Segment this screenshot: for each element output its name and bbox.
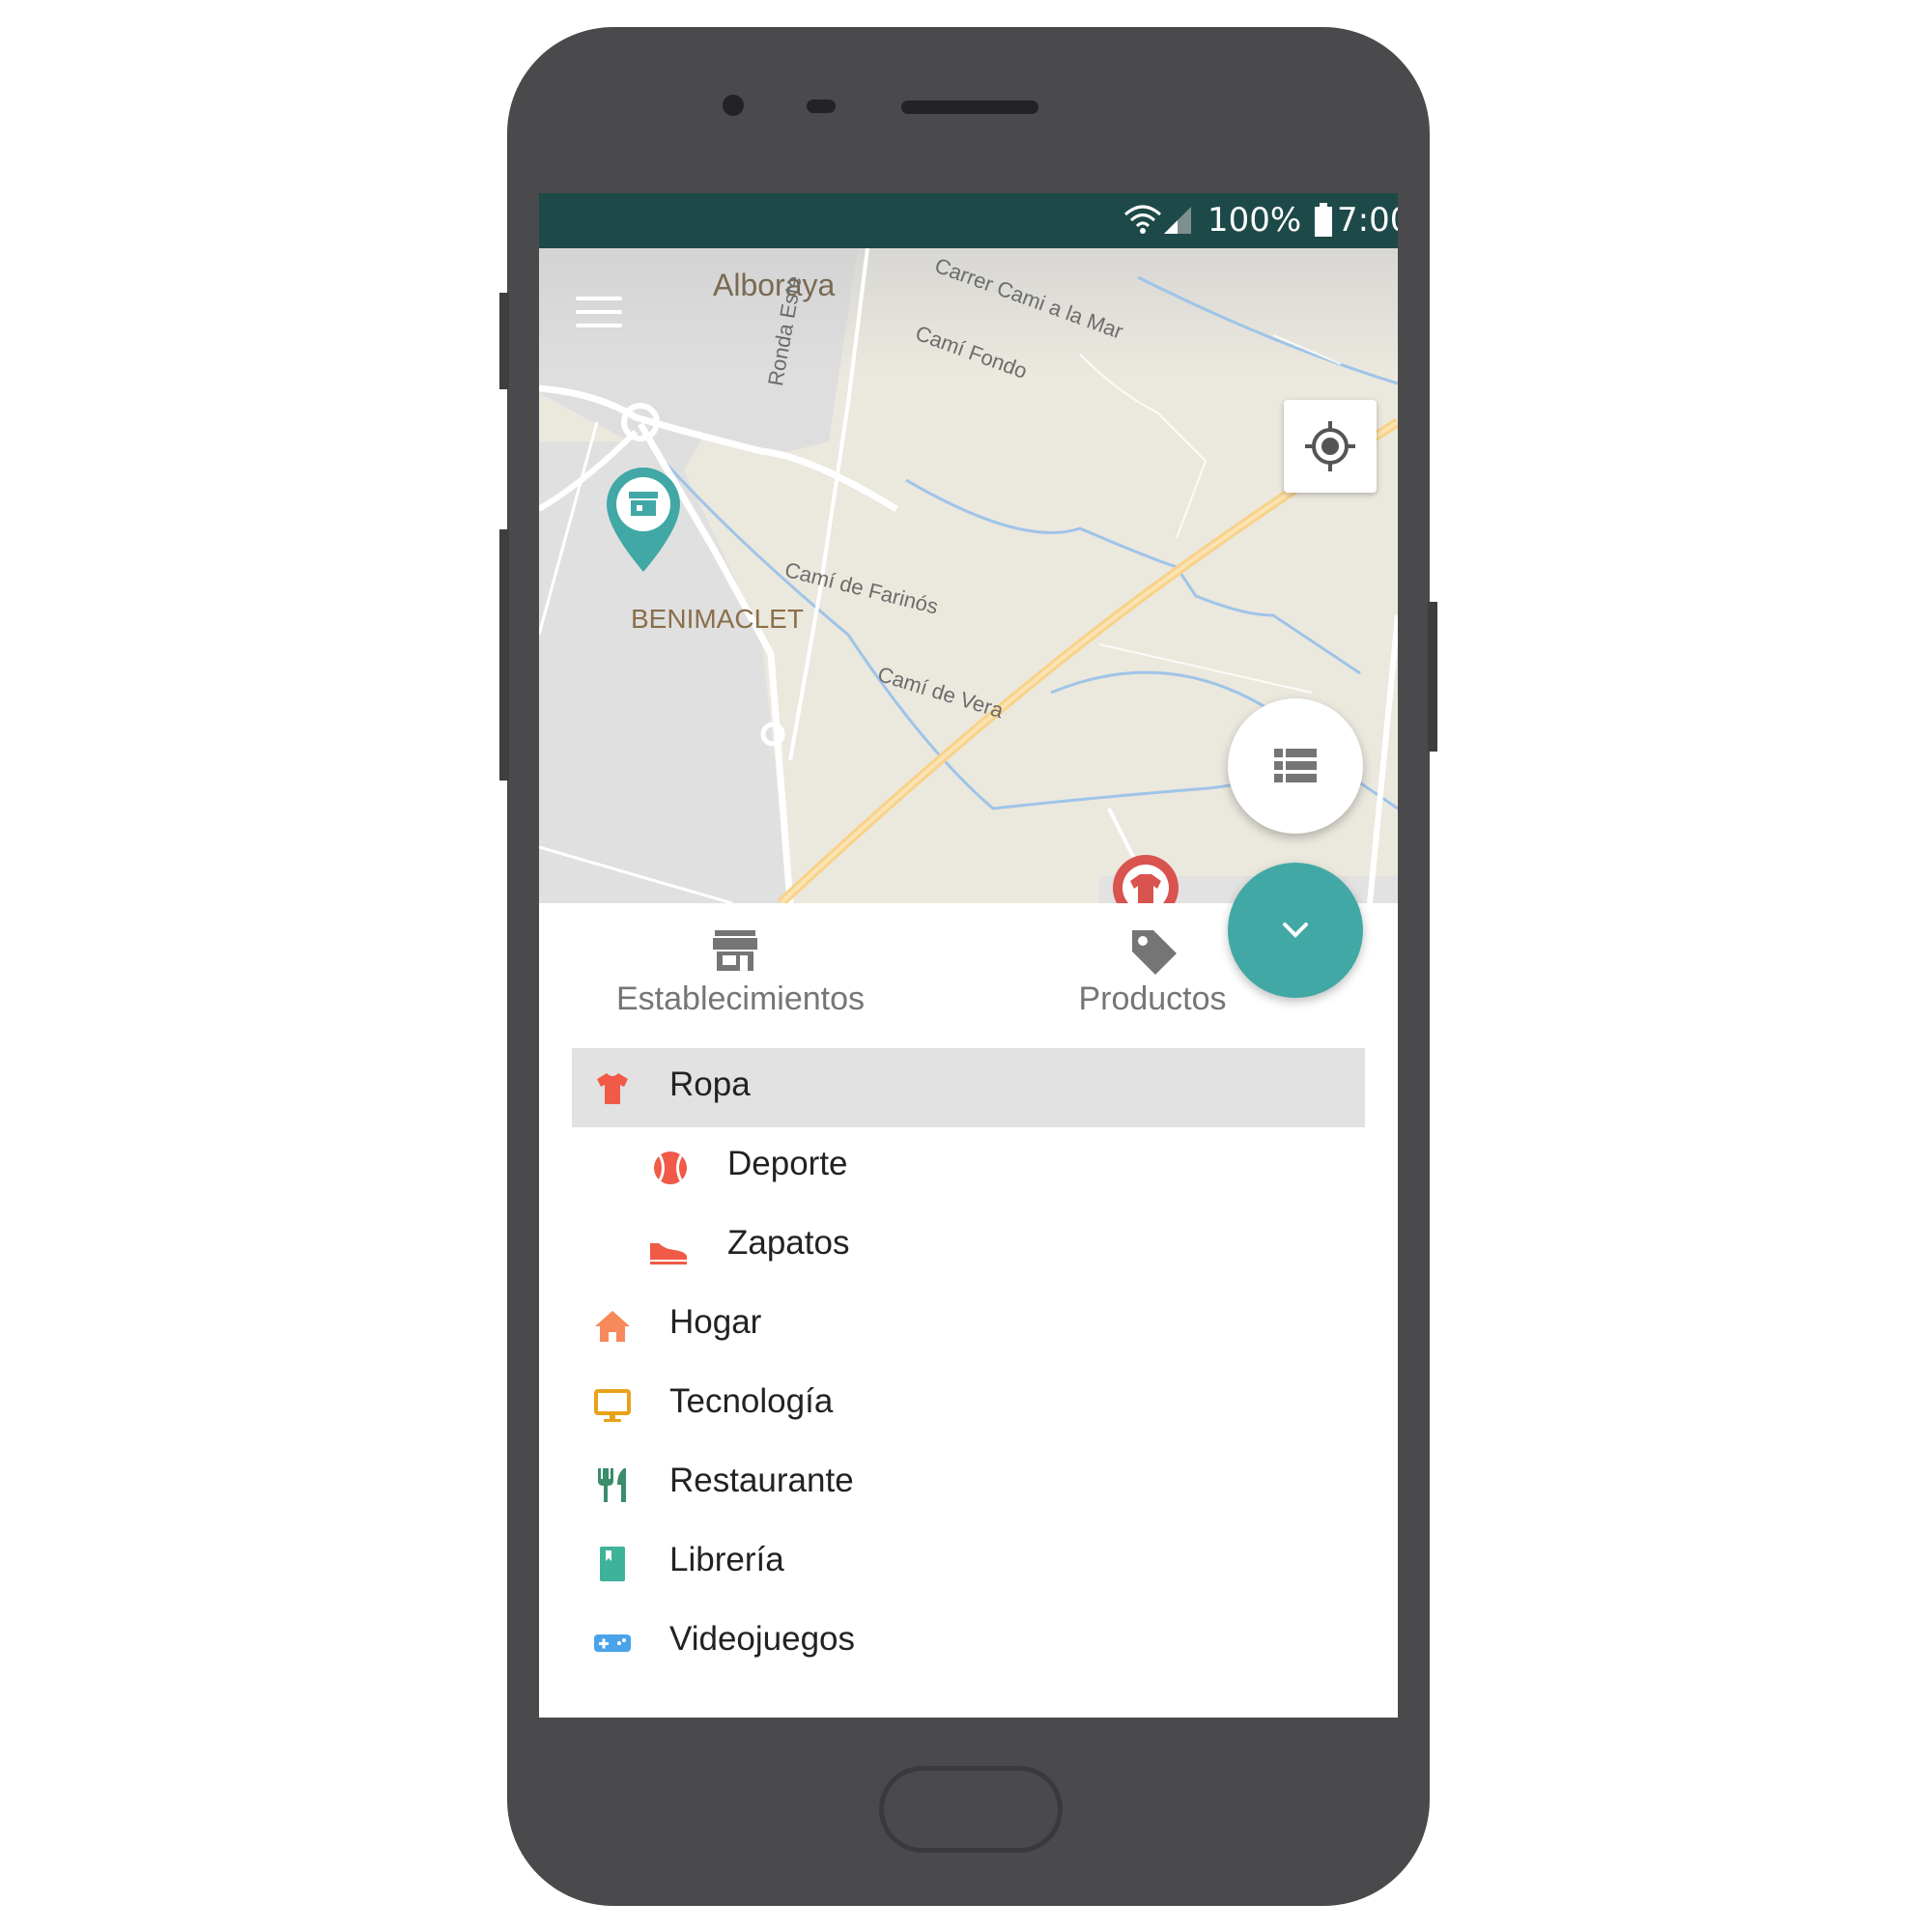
tag-icon (1132, 930, 1177, 975)
store-icon (713, 930, 757, 971)
home-button[interactable] (879, 1766, 1063, 1853)
phone-power-button (1428, 602, 1437, 752)
list-item-ropa[interactable]: Ropa (572, 1048, 1365, 1127)
collapse-panel-button[interactable] (1228, 863, 1363, 998)
crosshair-icon (1305, 421, 1355, 471)
list-item-zapatos[interactable]: Zapatos (572, 1207, 1365, 1286)
list-item-tecnologia[interactable]: Tecnología (572, 1365, 1365, 1444)
list-item-label: Deporte (727, 1145, 848, 1182)
shirt-icon (597, 1073, 628, 1104)
tab-productos[interactable]: Productos (1061, 903, 1244, 1017)
phone-side-button-left (499, 529, 509, 781)
list-item-label: Zapatos (727, 1224, 850, 1262)
list-item-label: Restaurante (669, 1462, 854, 1499)
clothing-marker-icon (1113, 855, 1179, 903)
list-item-label: Tecnología (669, 1382, 834, 1420)
shoe-icon (650, 1243, 687, 1264)
tab-productos-label: Productos (1078, 980, 1227, 1017)
earpiece-speaker (901, 100, 1038, 114)
book-icon (600, 1547, 625, 1581)
list-icon (1274, 749, 1317, 782)
battery-icon (1315, 203, 1332, 237)
tab-establecimientos-label: Establecimientos (616, 980, 866, 1017)
category-panel: Establecimientos Productos Ropa Deporte … (539, 903, 1398, 1718)
list-item-label: Hogar (669, 1303, 762, 1341)
list-item-label: Videojuegos (669, 1620, 856, 1658)
list-item-videojuegos[interactable]: Videojuegos (572, 1603, 1365, 1682)
gamepad-icon (594, 1634, 631, 1652)
category-list: Ropa Deporte Zapatos Hogar Tecnología Re… (572, 1048, 1365, 1682)
list-item-deporte[interactable]: Deporte (572, 1127, 1365, 1207)
cutlery-icon (598, 1468, 626, 1502)
list-item-libreria[interactable]: Librería (572, 1523, 1365, 1603)
my-location-button[interactable] (1284, 400, 1377, 493)
list-item-restaurante[interactable]: Restaurante (572, 1444, 1365, 1523)
battery-percent: 100% (1208, 201, 1302, 240)
list-item-label: Librería (669, 1541, 784, 1578)
list-view-button[interactable] (1228, 698, 1363, 834)
menu-button[interactable] (576, 297, 624, 333)
list-item-hogar[interactable]: Hogar (572, 1286, 1365, 1365)
hamburger-icon (576, 297, 622, 300)
phone-frame: 100% 7:00 (499, 27, 1437, 1906)
status-bar: 100% 7:00 (539, 193, 1398, 248)
front-camera (723, 95, 744, 116)
phone-volume-button (499, 293, 509, 389)
map-label-benimaclet: BENIMACLET (631, 604, 804, 634)
proximity-sensor (807, 99, 836, 113)
screen: 100% 7:00 (539, 193, 1398, 1718)
wifi-icon (1124, 205, 1161, 234)
tab-establecimientos[interactable]: Establecimientos (616, 903, 865, 1017)
home-icon (595, 1311, 630, 1342)
list-item-label: Ropa (669, 1065, 751, 1103)
chevron-down-icon (1283, 923, 1308, 938)
clock: 7:00 (1337, 201, 1398, 240)
monitor-icon (594, 1389, 631, 1422)
ball-icon (654, 1151, 687, 1184)
signal-icon (1164, 207, 1191, 234)
map-label-alboraya: Alboraya (713, 268, 836, 302)
